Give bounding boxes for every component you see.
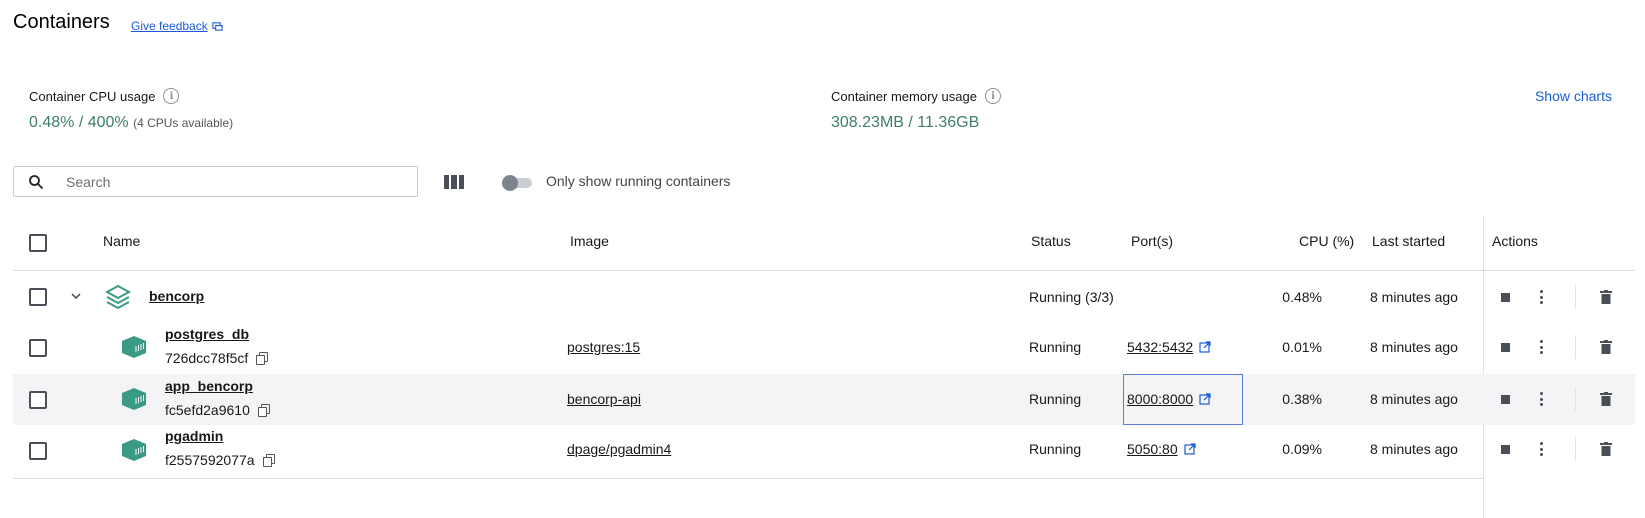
container-id: 726dcc78f5cf <box>165 350 269 366</box>
info-icon[interactable]: i <box>984 88 1001 104</box>
more-options-icon[interactable] <box>1539 442 1543 456</box>
stop-icon[interactable] <box>1501 445 1510 454</box>
stop-icon[interactable] <box>1501 293 1510 302</box>
cpu-text: 0.38% <box>1282 391 1322 407</box>
container-icon <box>122 336 146 358</box>
more-options-icon[interactable] <box>1539 392 1543 406</box>
cpu-usage-value: 0.48% / 400% (4 CPUs available) <box>29 114 233 132</box>
image-link[interactable]: postgres:15 <box>567 339 640 355</box>
status-text: Running <box>1029 441 1082 457</box>
table-row[interactable]: app_bencorp fc5efd2a9610 bencorp-api Run… <box>13 374 1635 425</box>
column-header-status[interactable]: Status <box>1031 233 1071 249</box>
container-icon <box>122 439 146 461</box>
page-title: Containers <box>13 11 110 33</box>
copy-icon[interactable] <box>257 404 270 417</box>
group-status: Running (3/3) <box>1029 289 1114 305</box>
memory-usage-value: 308.23MB / 11.36GB <box>831 114 980 131</box>
compose-group-row[interactable]: bencorp Running (3/3) 0.48% 8 minutes ag… <box>13 272 1635 323</box>
stop-icon[interactable] <box>1501 343 1510 352</box>
container-id: fc5efd2a9610 <box>165 402 270 418</box>
table-row[interactable]: pgadmin f2557592077a dpage/pgadmin4 Runn… <box>13 425 1635 476</box>
cpu-usage-number: 0.48% / 400% <box>29 114 129 131</box>
cpu-available-note: (4 CPUs available) <box>133 116 234 130</box>
port-link-label: 5432:5432 <box>1127 339 1194 355</box>
port-link-label: 5050:80 <box>1127 441 1178 457</box>
action-separator <box>1575 285 1576 309</box>
group-cpu: 0.48% <box>1282 289 1322 305</box>
row-checkbox[interactable] <box>29 442 47 460</box>
columns-icon[interactable] <box>444 175 464 189</box>
cpu-text: 0.01% <box>1282 339 1322 355</box>
image-link[interactable]: dpage/pgadmin4 <box>567 441 671 457</box>
trash-icon[interactable] <box>1600 340 1612 357</box>
external-link-icon <box>1199 393 1211 405</box>
cpu-usage-label-text: Container CPU usage <box>29 88 156 104</box>
running-only-label: Only show running containers <box>546 173 731 189</box>
trash-icon[interactable] <box>1600 290 1612 307</box>
row-checkbox[interactable] <box>29 288 47 306</box>
container-name-link[interactable]: postgres_db <box>165 326 249 342</box>
container-icon <box>122 388 146 410</box>
copy-icon[interactable] <box>256 352 269 365</box>
row-checkbox[interactable] <box>29 339 47 357</box>
select-all-checkbox[interactable] <box>29 234 47 252</box>
give-feedback-label: Give feedback <box>131 19 208 33</box>
search-icon <box>29 174 44 189</box>
table-row[interactable]: postgres_db 726dcc78f5cf postgres:15 Run… <box>13 322 1635 373</box>
last-started-text: 8 minutes ago <box>1370 391 1458 407</box>
trash-icon[interactable] <box>1600 442 1612 459</box>
row-checkbox[interactable] <box>29 391 47 409</box>
copy-icon[interactable] <box>262 454 275 467</box>
container-name-link[interactable]: pgadmin <box>165 428 223 444</box>
info-icon[interactable]: i <box>163 88 180 104</box>
column-header-actions: Actions <box>1492 233 1538 249</box>
container-id-text: f2557592077a <box>165 452 255 468</box>
container-name-link[interactable]: app_bencorp <box>165 378 253 394</box>
image-link[interactable]: bencorp-api <box>567 391 641 407</box>
search-box[interactable] <box>13 166 418 197</box>
group-last-started: 8 minutes ago <box>1370 289 1458 305</box>
table-header: Name Image Status Port(s) CPU (%) Last s… <box>13 216 1635 271</box>
last-started-text: 8 minutes ago <box>1370 441 1458 457</box>
cpu-text: 0.09% <box>1282 441 1322 457</box>
table-bottom-border <box>13 478 1483 479</box>
container-id-text: fc5efd2a9610 <box>165 402 250 418</box>
show-charts-button[interactable]: Show charts <box>1535 88 1612 104</box>
chevron-down-icon[interactable] <box>71 292 81 300</box>
more-options-icon[interactable] <box>1539 290 1543 304</box>
last-started-text: 8 minutes ago <box>1370 339 1458 355</box>
cpu-usage-label: Container CPU usage i <box>29 88 180 104</box>
port-link[interactable]: 5050:80 <box>1127 441 1196 457</box>
port-link-label: 8000:8000 <box>1127 391 1194 407</box>
column-header-ports[interactable]: Port(s) <box>1131 233 1173 249</box>
column-header-last-started[interactable]: Last started <box>1372 233 1445 249</box>
group-name-link[interactable]: bencorp <box>149 288 204 304</box>
stack-icon <box>105 284 131 310</box>
external-link-icon <box>1199 341 1211 353</box>
give-feedback-link[interactable]: Give feedback <box>131 19 223 33</box>
status-text: Running <box>1029 391 1082 407</box>
port-link[interactable]: 5432:5432 <box>1127 339 1211 355</box>
stop-icon[interactable] <box>1501 395 1510 404</box>
status-text: Running <box>1029 339 1082 355</box>
container-id-text: 726dcc78f5cf <box>165 350 249 366</box>
column-header-cpu[interactable]: CPU (%) <box>1299 233 1354 249</box>
search-input[interactable] <box>66 173 366 190</box>
action-separator <box>1575 335 1576 359</box>
port-link[interactable]: 8000:8000 <box>1127 391 1211 407</box>
container-id: f2557592077a <box>165 452 275 468</box>
column-header-image[interactable]: Image <box>570 233 609 249</box>
running-only-toggle[interactable] <box>502 175 532 191</box>
feedback-icon <box>212 21 223 31</box>
action-separator <box>1575 387 1576 411</box>
column-header-name[interactable]: Name <box>103 233 140 249</box>
memory-usage-label: Container memory usage i <box>831 88 1001 104</box>
action-separator <box>1575 437 1576 461</box>
trash-icon[interactable] <box>1600 392 1612 409</box>
memory-usage-label-text: Container memory usage <box>831 88 977 104</box>
external-link-icon <box>1184 443 1196 455</box>
more-options-icon[interactable] <box>1539 340 1543 354</box>
